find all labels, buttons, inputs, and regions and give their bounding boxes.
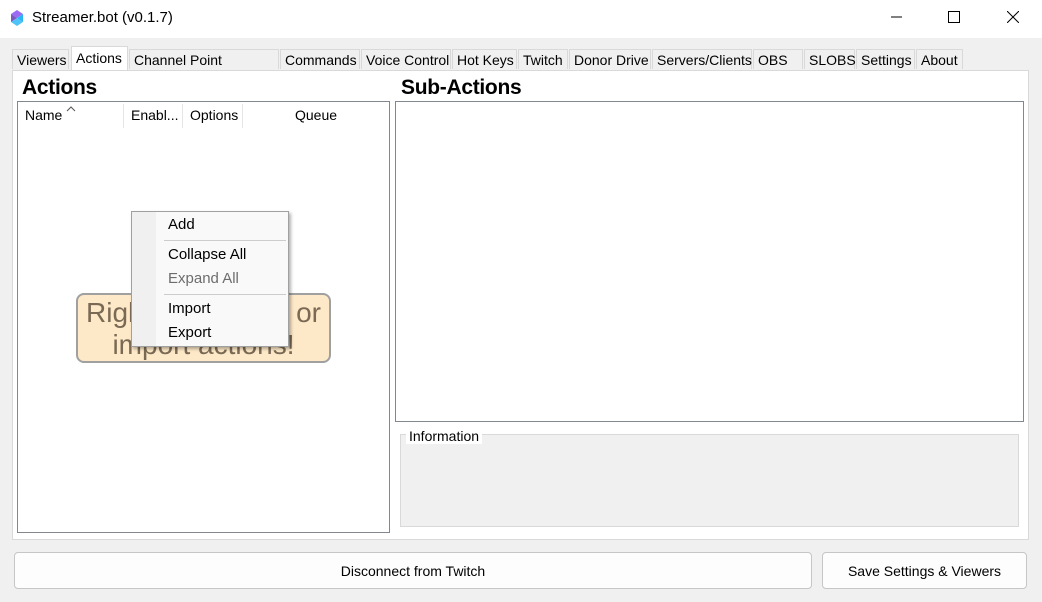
menu-item-expand-all: Expand All bbox=[168, 270, 239, 287]
column-divider[interactable] bbox=[242, 104, 243, 128]
tab-servers-clients[interactable]: Servers/Clients bbox=[652, 49, 752, 69]
tab-hot-keys[interactable]: Hot Keys bbox=[452, 49, 517, 69]
column-header-name[interactable]: Name bbox=[25, 102, 62, 128]
close-button[interactable] bbox=[984, 0, 1042, 36]
tab-obs[interactable]: OBS bbox=[753, 49, 803, 69]
menu-separator bbox=[164, 240, 286, 241]
tab-actions[interactable]: Actions bbox=[71, 46, 128, 70]
actions-title: Actions bbox=[22, 76, 97, 99]
tab-settings[interactable]: Settings bbox=[856, 49, 915, 69]
hint-text-right: or bbox=[296, 297, 321, 328]
tab-twitch[interactable]: Twitch bbox=[518, 49, 568, 69]
actions-context-menu: Add Collapse All Expand All Import Expor… bbox=[131, 211, 289, 347]
information-label: Information bbox=[406, 428, 483, 444]
column-divider[interactable] bbox=[123, 104, 124, 128]
menu-item-collapse-all[interactable]: Collapse All bbox=[168, 246, 246, 263]
information-group bbox=[400, 434, 1019, 527]
subactions-title: Sub-Actions bbox=[401, 76, 522, 99]
tab-viewers[interactable]: Viewers bbox=[12, 49, 69, 69]
disconnect-twitch-button[interactable]: Disconnect from Twitch bbox=[14, 552, 812, 589]
close-icon bbox=[1006, 10, 1020, 26]
column-header-enabled[interactable]: Enabl... bbox=[131, 102, 178, 128]
save-settings-button[interactable]: Save Settings & Viewers bbox=[822, 552, 1027, 589]
menu-icon-gutter bbox=[132, 212, 156, 346]
minimize-icon bbox=[891, 10, 903, 26]
streamerbot-logo-icon bbox=[9, 9, 25, 27]
column-header-options[interactable]: Options bbox=[190, 102, 238, 128]
title-bar: Streamer.bot (v0.1.7) bbox=[0, 0, 1042, 38]
minimize-button[interactable] bbox=[868, 0, 926, 36]
tab-voice-control[interactable]: Voice Control bbox=[361, 49, 451, 69]
maximize-button[interactable] bbox=[925, 0, 983, 36]
sort-ascending-icon bbox=[66, 99, 76, 112]
menu-item-add[interactable]: Add bbox=[168, 216, 195, 233]
menu-item-import[interactable]: Import bbox=[168, 300, 211, 317]
menu-separator bbox=[164, 294, 286, 295]
subactions-list[interactable] bbox=[395, 101, 1024, 422]
window-title: Streamer.bot (v0.1.7) bbox=[32, 9, 173, 26]
column-header-queue[interactable]: Queue bbox=[295, 102, 337, 128]
tab-donor-drive[interactable]: Donor Drive bbox=[569, 49, 651, 69]
tab-channel-point-rewards[interactable]: Channel Point Rewards bbox=[129, 49, 279, 88]
tab-about[interactable]: About bbox=[916, 49, 963, 69]
maximize-icon bbox=[948, 10, 960, 26]
tab-slobs[interactable]: SLOBS bbox=[804, 49, 856, 69]
menu-item-export[interactable]: Export bbox=[168, 324, 211, 341]
tab-commands[interactable]: Commands bbox=[280, 49, 360, 69]
column-divider[interactable] bbox=[182, 104, 183, 128]
